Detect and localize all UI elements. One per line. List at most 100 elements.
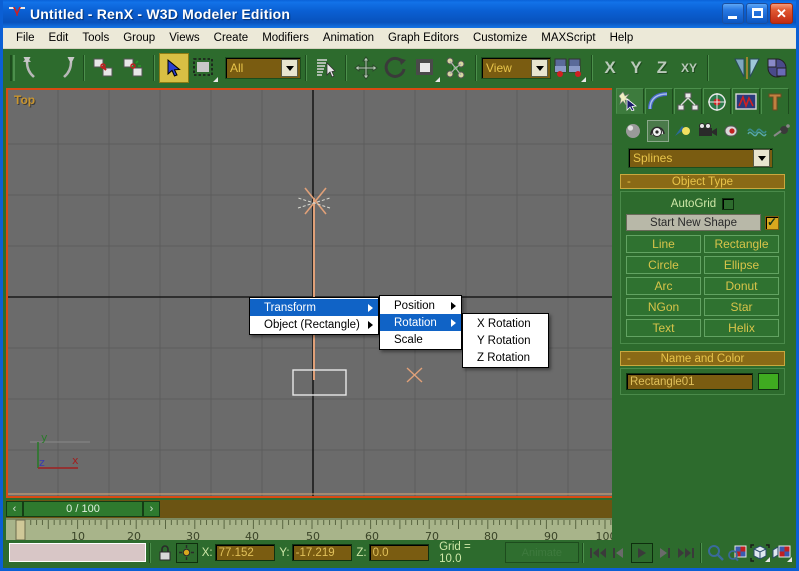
create-ellipse-button[interactable]: Ellipse [704, 256, 779, 274]
absolute-relative-transform-toggle-icon[interactable] [176, 543, 198, 563]
select-by-name-icon[interactable] [311, 53, 341, 83]
coord-x-field[interactable]: 77.152 [215, 544, 276, 561]
mirror-selected-objects-icon[interactable] [732, 53, 762, 83]
tab-motion[interactable] [703, 88, 731, 114]
menu-tools[interactable]: Tools [75, 30, 116, 46]
menu-edit[interactable]: Edit [42, 30, 76, 46]
start-new-shape-checkbox[interactable] [765, 216, 779, 230]
object-type-rollout-header[interactable]: - Object Type [620, 174, 785, 189]
cameras-button[interactable] [697, 120, 719, 142]
create-helix-button[interactable]: Helix [704, 319, 779, 337]
tab-modify[interactable] [645, 88, 673, 114]
previous-frame-button[interactable] [609, 543, 631, 563]
previous-frame-arrow[interactable]: ‹ [6, 501, 23, 517]
play-animation-button[interactable] [631, 543, 653, 563]
use-center-flyout-icon[interactable] [551, 53, 587, 83]
redo-icon[interactable] [49, 53, 79, 83]
restrict-to-y-button[interactable]: Y [623, 58, 649, 78]
use-pivot-point-center-icon[interactable] [441, 53, 471, 83]
select-and-rotate-icon[interactable] [381, 53, 411, 83]
animate-toggle-button[interactable]: Animate [505, 542, 579, 563]
rectangular-selection-region-icon[interactable] [189, 53, 219, 83]
create-donut-button[interactable]: Donut [704, 277, 779, 295]
autogrid-checkbox[interactable] [722, 198, 734, 210]
systems-button[interactable] [771, 120, 793, 142]
context-menu-item-object-rectangle[interactable]: Object (Rectangle) [250, 316, 378, 333]
create-star-button[interactable]: Star [704, 298, 779, 316]
menu-help[interactable]: Help [603, 30, 641, 46]
goto-end-button[interactable] [675, 543, 697, 563]
prompt-line-field[interactable] [9, 543, 146, 562]
tab-display[interactable] [732, 88, 760, 114]
zoom-all-icon[interactable] [727, 543, 749, 563]
geometry-button[interactable] [622, 120, 644, 142]
create-rectangle-button[interactable]: Rectangle [704, 235, 779, 253]
close-button[interactable]: ✕ [770, 3, 793, 24]
context-menu-item-y-rotation[interactable]: Y Rotation [463, 332, 548, 349]
magnifier-icon[interactable] [705, 543, 727, 563]
toolbar-separator-6 [591, 55, 593, 81]
shapes-button[interactable] [647, 120, 669, 142]
viewport-top[interactable]: Top y z x [6, 88, 615, 498]
menu-modifiers[interactable]: Modifiers [255, 30, 316, 46]
context-menu-item-scale[interactable]: Scale [380, 331, 461, 348]
next-frame-button[interactable] [653, 543, 675, 563]
selection-filter-dropdown[interactable]: All [225, 57, 301, 79]
menu-animation[interactable]: Animation [316, 30, 381, 46]
menu-views[interactable]: Views [162, 30, 206, 46]
tab-create[interactable] [616, 88, 644, 114]
zoom-extents-icon[interactable] [749, 543, 771, 563]
coord-y-field[interactable]: -17.219 [292, 544, 353, 561]
lights-button[interactable] [672, 120, 694, 142]
context-menu-item-rotation[interactable]: Rotation [380, 314, 461, 331]
tab-utilities[interactable] [761, 88, 789, 114]
object-name-field[interactable]: Rectangle01 [626, 373, 753, 390]
coord-z-field[interactable]: 0.0 [369, 544, 430, 561]
select-and-link-icon[interactable] [89, 53, 119, 83]
reference-coordinate-system-dropdown[interactable]: View [481, 57, 551, 79]
coord-z-label: Z: [356, 547, 366, 559]
tab-hierarchy[interactable] [674, 88, 702, 114]
context-menu-item-z-rotation[interactable]: Z Rotation [463, 349, 548, 366]
menu-customize[interactable]: Customize [466, 30, 534, 46]
select-and-move-icon[interactable] [351, 53, 381, 83]
unlink-selection-icon[interactable] [119, 53, 149, 83]
menu-file[interactable]: File [9, 30, 42, 46]
create-circle-button[interactable]: Circle [626, 256, 701, 274]
maximize-button[interactable] [746, 3, 768, 24]
align-icon[interactable] [762, 53, 792, 83]
helpers-button[interactable] [722, 120, 744, 142]
menu-graph-editors[interactable]: Graph Editors [381, 30, 466, 46]
undo-icon[interactable] [19, 53, 49, 83]
context-menu-item-transform[interactable]: Transform [250, 299, 378, 316]
restrict-to-x-button[interactable]: X [597, 58, 623, 78]
selection-lock-toggle-icon[interactable] [154, 543, 176, 563]
create-line-button[interactable]: Line [626, 235, 701, 253]
context-menu-item-position[interactable]: Position [380, 297, 461, 314]
start-new-shape-button[interactable]: Start New Shape [626, 214, 761, 231]
name-and-color-rollout-header[interactable]: - Name and Color [620, 351, 785, 366]
context-menu-item-x-rotation[interactable]: X Rotation [463, 315, 548, 332]
object-category-dropdown[interactable]: Splines [628, 148, 773, 168]
next-frame-arrow[interactable]: › [143, 501, 160, 517]
goto-start-button[interactable] [587, 543, 609, 563]
chevron-down-icon[interactable] [753, 149, 770, 167]
restrict-to-xy-plane-button[interactable]: XY [675, 61, 703, 75]
space-warps-button[interactable] [746, 120, 768, 142]
menu-group[interactable]: Group [116, 30, 162, 46]
select-and-uniform-scale-icon[interactable] [411, 53, 441, 83]
create-ngon-button[interactable]: NGon [626, 298, 701, 316]
menu-create[interactable]: Create [207, 30, 256, 46]
chevron-down-icon[interactable] [281, 59, 298, 77]
zoom-extents-all-icon[interactable] [771, 543, 793, 563]
time-slider-handle[interactable]: 0 / 100 [23, 501, 143, 517]
create-text-button[interactable]: Text [626, 319, 701, 337]
chevron-down-icon[interactable] [531, 59, 548, 77]
create-arc-button[interactable]: Arc [626, 277, 701, 295]
select-object-icon[interactable] [159, 53, 189, 83]
minimize-button[interactable] [722, 3, 744, 24]
restrict-to-z-button[interactable]: Z [649, 58, 675, 78]
menu-maxscript[interactable]: MAXScript [534, 30, 602, 46]
viewport-label[interactable]: Top [14, 93, 35, 107]
object-color-swatch[interactable] [758, 373, 779, 390]
